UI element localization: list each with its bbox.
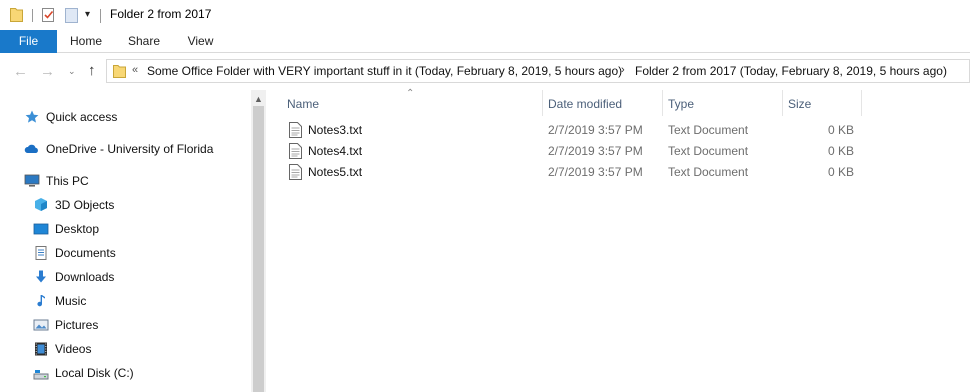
nav-item-label: Music <box>55 294 87 308</box>
drive-icon <box>33 370 49 380</box>
breadcrumb-segment[interactable]: Folder 2 from 2017 (Today, February 8, 2… <box>635 64 947 78</box>
nav-item-label: Local Disk (C:) <box>55 366 134 380</box>
file-row[interactable]: Notes3.txt 2/7/2019 3:57 PM Text Documen… <box>266 120 970 141</box>
tab-share[interactable]: Share <box>115 30 173 53</box>
title-separator <box>100 9 101 23</box>
nav-item-label: Quick access <box>46 110 118 124</box>
file-date-modified: 2/7/2019 3:57 PM <box>548 144 643 158</box>
nav-item-quick-access[interactable]: Quick access <box>24 107 117 127</box>
nav-item-this-pc[interactable]: This PC <box>24 171 89 191</box>
column-divider[interactable] <box>542 90 543 116</box>
text-file-icon <box>289 122 302 138</box>
window-title: Folder 2 from 2017 <box>110 7 212 21</box>
nav-item-label: Documents <box>55 246 116 260</box>
breadcrumb-segment[interactable]: Some Office Folder with VERY important s… <box>147 64 622 78</box>
tab-view[interactable]: View <box>173 30 228 53</box>
file-size: 0 KB <box>827 144 854 158</box>
address-overflow-icon[interactable]: « <box>132 64 138 76</box>
file-date-modified: 2/7/2019 3:57 PM <box>548 123 643 137</box>
navigation-pane: Quick access OneDrive - University of Fl… <box>0 90 251 392</box>
scroll-up-arrow-icon[interactable]: ▲ <box>254 94 263 104</box>
file-row[interactable]: Notes4.txt 2/7/2019 3:57 PM Text Documen… <box>266 141 970 162</box>
text-file-icon <box>289 143 302 159</box>
film-icon <box>35 342 47 356</box>
title-bar: ▾ Folder 2 from 2017 <box>0 0 970 30</box>
file-size: 0 KB <box>827 123 854 137</box>
nav-pane-scrollbar[interactable]: ▲ <box>251 90 266 392</box>
nav-item-3d-objects[interactable]: 3D Objects <box>33 195 114 215</box>
file-name: Notes4.txt <box>308 144 363 158</box>
properties-icon[interactable] <box>41 6 56 23</box>
text-file-icon <box>289 164 302 180</box>
forward-arrow-icon[interactable]: → <box>40 63 55 80</box>
file-type: Text Document <box>668 144 749 158</box>
nav-item-onedrive[interactable]: OneDrive - University of Florida <box>24 139 213 159</box>
file-list: ⌃ Name Date modified Type Size Notes3.tx… <box>266 88 970 392</box>
nav-item-downloads[interactable]: Downloads <box>33 267 114 287</box>
download-arrow-icon <box>36 270 46 283</box>
documents-icon <box>35 246 47 260</box>
music-note-icon <box>37 295 45 307</box>
nav-item-pictures[interactable]: Pictures <box>33 315 98 335</box>
file-row[interactable]: Notes5.txt 2/7/2019 3:57 PM Text Documen… <box>266 162 970 183</box>
column-header-size[interactable]: Size <box>788 93 811 116</box>
nav-item-documents[interactable]: Documents <box>33 243 116 263</box>
column-divider[interactable] <box>662 90 663 116</box>
nav-item-label: This PC <box>46 174 89 188</box>
column-header-name[interactable]: Name <box>287 93 319 116</box>
quick-access-separator <box>32 9 33 22</box>
scroll-thumb[interactable] <box>253 106 264 392</box>
file-type: Text Document <box>668 123 749 137</box>
nav-item-desktop[interactable]: Desktop <box>33 219 99 239</box>
back-arrow-icon[interactable]: ← <box>13 63 28 80</box>
nav-item-label: Downloads <box>55 270 115 284</box>
address-row: ← → ⌄ ↑ « Some Office Folder with VERY i… <box>0 54 970 90</box>
sort-ascending-icon: ⌃ <box>406 88 415 99</box>
column-header-date-modified[interactable]: Date modified <box>548 93 622 116</box>
nav-item-local-disk[interactable]: Local Disk (C:) <box>33 363 134 383</box>
file-name: Notes3.txt <box>308 123 363 137</box>
nav-item-label: OneDrive - University of Florida <box>46 142 214 156</box>
folder-icon[interactable] <box>10 7 23 22</box>
file-name: Notes5.txt <box>308 165 363 179</box>
address-bar[interactable]: « Some Office Folder with VERY important… <box>106 59 970 83</box>
column-divider[interactable] <box>861 90 862 116</box>
tab-file[interactable]: File <box>0 30 57 53</box>
tab-home[interactable]: Home <box>57 30 115 53</box>
pictures-icon <box>33 319 49 331</box>
nav-item-videos[interactable]: Videos <box>33 339 91 359</box>
monitor-icon <box>24 174 40 187</box>
ribbon-tabs: File Home Share View <box>0 30 970 53</box>
desktop-icon <box>33 223 49 235</box>
new-folder-icon[interactable] <box>65 7 79 23</box>
folder-icon <box>113 65 126 78</box>
up-arrow-icon[interactable]: ↑ <box>88 62 96 79</box>
file-date-modified: 2/7/2019 3:57 PM <box>548 165 643 179</box>
column-header-type[interactable]: Type <box>668 93 694 116</box>
nav-item-label: Videos <box>55 342 92 356</box>
column-divider[interactable] <box>782 90 783 116</box>
cube-icon <box>35 198 47 211</box>
file-type: Text Document <box>668 165 749 179</box>
nav-item-label: Pictures <box>55 318 99 332</box>
nav-item-label: Desktop <box>55 222 100 236</box>
breadcrumb-chevron-icon[interactable]: › <box>621 64 625 76</box>
star-icon <box>25 110 39 123</box>
nav-item-music[interactable]: Music <box>33 291 86 311</box>
nav-item-label: 3D Objects <box>55 198 115 212</box>
file-size: 0 KB <box>827 165 854 179</box>
recent-locations-chevron-icon[interactable]: ⌄ <box>68 66 76 77</box>
quick-access-dropdown-icon[interactable]: ▾ <box>85 9 90 20</box>
cloud-icon <box>24 144 38 153</box>
